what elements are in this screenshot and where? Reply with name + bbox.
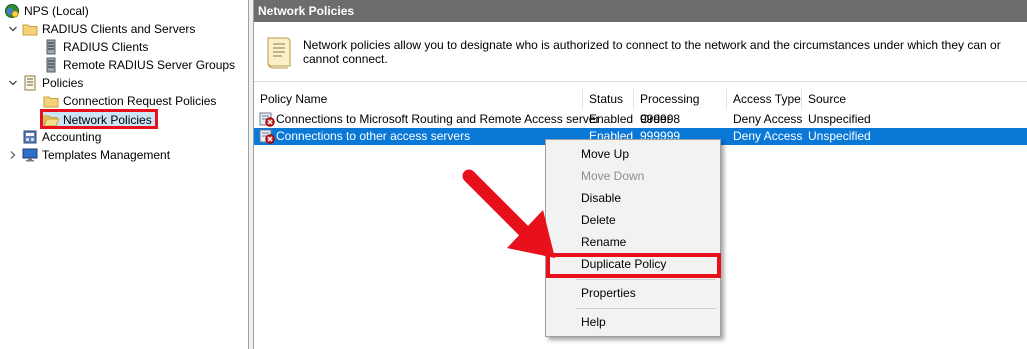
folder-icon [43,93,59,109]
highlight-box-network-policies [40,109,158,129]
tree-item-label: Accounting [42,130,102,144]
table-row[interactable]: Connections to Microsoft Routing and Rem… [254,111,1027,128]
cell-source: Unspecified [808,129,871,143]
column-header-source[interactable]: Source [802,89,1027,109]
chevron-right-icon[interactable] [8,150,18,160]
templates-monitor-icon [22,147,38,163]
description-text: Network policies allow you to designate … [303,38,1001,66]
cell-status: Enabled [589,112,634,126]
cell-policy-name: Connections to Microsoft Routing and Rem… [276,112,600,126]
scroll-document-icon [264,36,292,73]
tree-item-radius-clients[interactable]: RADIUS Clients [43,38,148,56]
tree-item-radius-clients-servers[interactable]: RADIUS Clients and Servers [22,20,195,38]
tree-item-label: NPS (Local) [24,4,89,18]
cell-access-type: Deny Access [733,112,803,126]
chevron-down-icon[interactable] [8,78,18,88]
column-header-processing-order[interactable]: Processing Order [634,89,727,126]
menu-item-delete[interactable]: Delete [581,209,616,231]
folder-icon [22,21,38,37]
tree-item-label: RADIUS Clients and Servers [42,22,196,36]
accounting-book-icon [22,129,38,145]
tree-item-label: Policies [42,76,84,90]
menu-item-move-down: Move Down [581,169,645,183]
tree-item-remote-radius-groups[interactable]: Remote RADIUS Server Groups [43,56,235,74]
server-icon [43,39,59,55]
tree-item-templates-management[interactable]: Templates Management [22,146,170,164]
server-icon [43,57,59,73]
tree-item-label: Remote RADIUS Server Groups [63,58,236,72]
tree-item-label: Connection Request Policies [63,94,217,108]
tree-item-label: RADIUS Clients [63,40,149,54]
annotation-arrow-icon [462,169,555,258]
deny-policy-icon [259,111,275,127]
column-header-status[interactable]: Status [583,89,634,109]
column-header-access-type[interactable]: Access Type [727,89,802,109]
cell-policy-name: Connections to other access servers [276,129,471,143]
menu-item-move-up[interactable]: Move Up [581,143,629,165]
menu-separator [576,279,716,280]
cell-source: Unspecified [808,112,871,126]
tree-item-policies[interactable]: Policies [22,74,83,92]
menu-item-help[interactable]: Help [581,311,606,333]
navigation-tree: NPS (Local) RADIUS Clients and Servers R… [0,0,248,349]
cell-access-type: Deny Access [733,129,803,143]
chevron-down-icon[interactable] [8,24,18,34]
description-panel: Network policies allow you to designate … [254,22,1027,82]
policies-document-icon [22,75,38,91]
cell-processing-order: 999998 [640,112,681,126]
nps-globe-icon [4,3,20,19]
menu-separator [576,308,716,309]
menu-item-rename[interactable]: Rename [581,231,626,253]
tree-item-nps-local[interactable]: NPS (Local) [4,2,89,20]
tree-item-label: Templates Management [42,148,171,162]
tree-item-connection-request-policies[interactable]: Connection Request Policies [43,92,216,110]
tree-item-accounting[interactable]: Accounting [22,128,101,146]
pane-title: Network Policies [254,0,1027,22]
column-header-policy-name[interactable]: Policy Name [254,89,583,109]
nps-console: NPS (Local) RADIUS Clients and Servers R… [0,0,1027,349]
menu-item-properties[interactable]: Properties [581,282,636,304]
deny-policy-icon [259,128,275,144]
menu-item-disable[interactable]: Disable [581,187,621,209]
